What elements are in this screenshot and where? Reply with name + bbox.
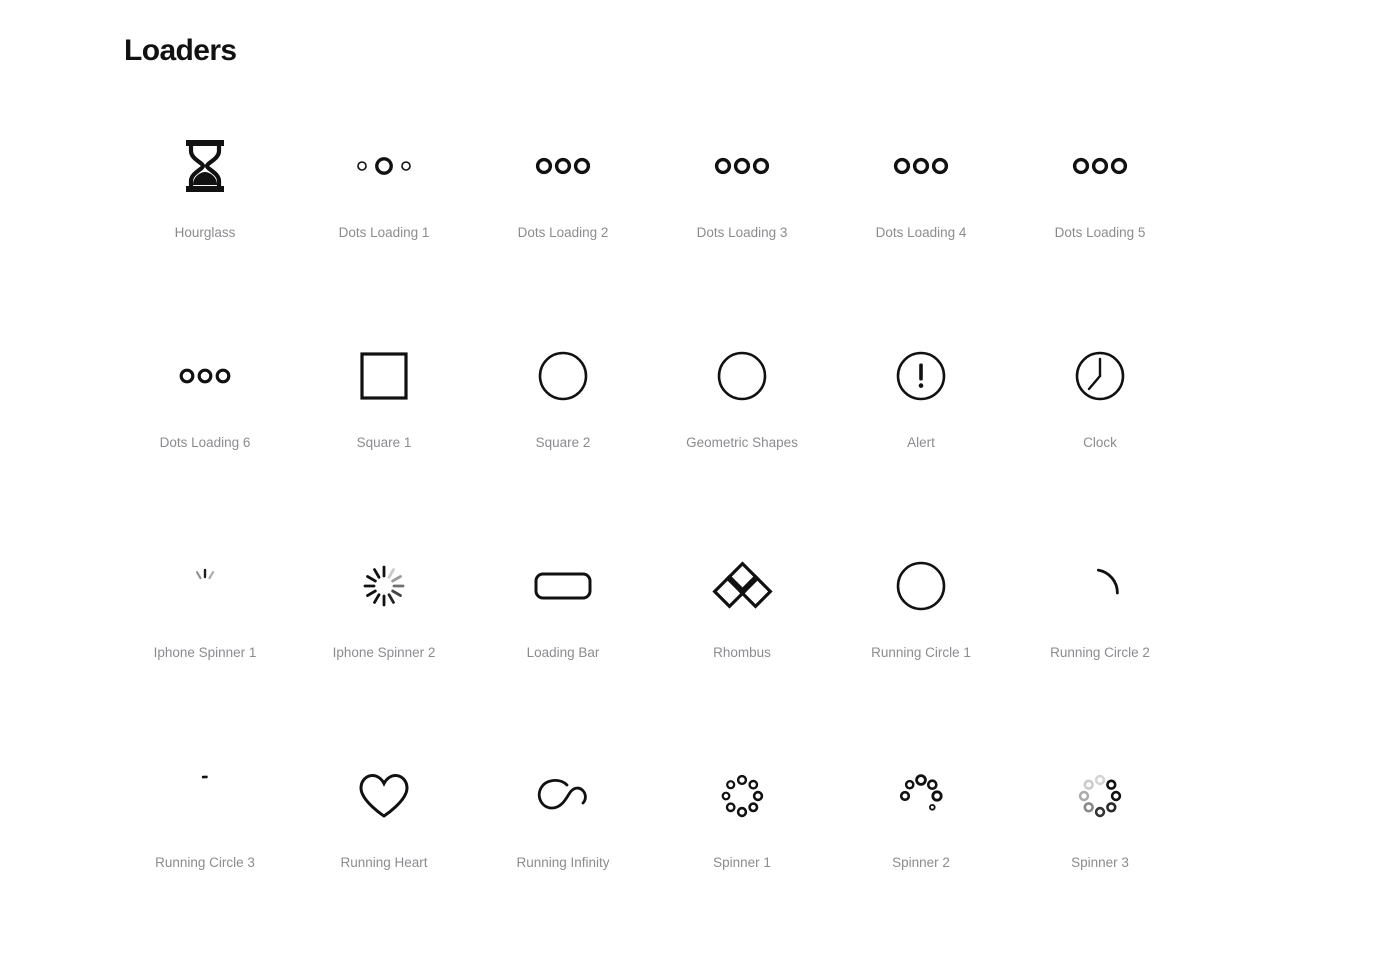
loader-card-spinner-2[interactable]: Spinner 2 xyxy=(832,748,1010,958)
loader-card-dots-loading-6[interactable]: Dots Loading 6 xyxy=(116,328,294,538)
geometric-shapes-icon xyxy=(687,328,797,424)
dots-loading-6-icon xyxy=(150,328,260,424)
loader-label: Spinner 3 xyxy=(1071,855,1129,870)
dots-loading-4-icon xyxy=(866,118,976,214)
loader-label: Dots Loading 6 xyxy=(159,435,251,450)
loader-label: Running Infinity xyxy=(516,855,610,870)
running-circle-2-icon xyxy=(1045,538,1155,634)
loader-card-running-circle-1[interactable]: Running Circle 1 xyxy=(832,538,1010,748)
loader-card-clock[interactable]: Clock xyxy=(1011,328,1189,538)
iphone-spinner-1-icon xyxy=(150,538,260,634)
spinner-1-icon xyxy=(687,748,797,844)
running-circle-1-icon xyxy=(866,538,976,634)
loader-card-spinner-3[interactable]: Spinner 3 xyxy=(1011,748,1189,958)
loader-card-dots-loading-2[interactable]: Dots Loading 2 xyxy=(474,118,652,328)
square-1-icon xyxy=(329,328,439,424)
loader-card-geometric-shapes[interactable]: Geometric Shapes xyxy=(653,328,831,538)
loader-label: Square 1 xyxy=(356,435,412,450)
loader-card-square-1[interactable]: Square 1 xyxy=(295,328,473,538)
loader-card-loading-bar[interactable]: Loading Bar xyxy=(474,538,652,748)
loader-label: Spinner 2 xyxy=(892,855,950,870)
dots-loading-1-icon xyxy=(329,118,439,214)
loader-card-dots-loading-4[interactable]: Dots Loading 4 xyxy=(832,118,1010,328)
loader-card-running-circle-3[interactable]: Running Circle 3 xyxy=(116,748,294,958)
loader-card-dots-loading-5[interactable]: Dots Loading 5 xyxy=(1011,118,1189,328)
loader-label: Geometric Shapes xyxy=(686,435,798,450)
loader-card-hourglass[interactable]: Hourglass xyxy=(116,118,294,328)
loading-bar-icon xyxy=(508,538,618,634)
loader-card-square-2[interactable]: Square 2 xyxy=(474,328,652,538)
loader-label: Running Circle 2 xyxy=(1050,645,1150,660)
loader-card-iphone-spinner-1[interactable]: Iphone Spinner 1 xyxy=(116,538,294,748)
running-infinity-icon xyxy=(508,748,618,844)
loader-card-iphone-spinner-2[interactable]: Iphone Spinner 2 xyxy=(295,538,473,748)
loader-label: Square 2 xyxy=(535,435,591,450)
loader-label: Loading Bar xyxy=(526,645,600,660)
loader-label: Dots Loading 2 xyxy=(517,225,609,240)
loader-card-rhombus[interactable]: Rhombus xyxy=(653,538,831,748)
running-heart-icon xyxy=(329,748,439,844)
loader-label: Iphone Spinner 1 xyxy=(153,645,257,660)
loader-card-dots-loading-3[interactable]: Dots Loading 3 xyxy=(653,118,831,328)
loader-card-running-heart[interactable]: Running Heart xyxy=(295,748,473,958)
rhombus-icon xyxy=(687,538,797,634)
loader-label: Running Circle 1 xyxy=(871,645,971,660)
loader-card-spinner-1[interactable]: Spinner 1 xyxy=(653,748,831,958)
loader-label: Alert xyxy=(907,435,935,450)
loader-label: Dots Loading 1 xyxy=(338,225,430,240)
loader-label: Running Heart xyxy=(340,855,428,870)
loader-label: Dots Loading 3 xyxy=(696,225,788,240)
spinner-2-icon xyxy=(866,748,976,844)
spinner-3-icon xyxy=(1045,748,1155,844)
clock-icon xyxy=(1045,328,1155,424)
loader-label: Spinner 1 xyxy=(713,855,771,870)
hourglass-icon xyxy=(150,118,260,214)
alert-icon xyxy=(866,328,976,424)
loaders-page: Loaders Hourglass Dots Loading 1 Dots Lo… xyxy=(0,0,1376,922)
loader-label: Clock xyxy=(1083,435,1117,450)
square-2-icon xyxy=(508,328,618,424)
loader-label: Rhombus xyxy=(713,645,771,660)
loader-card-running-infinity[interactable]: Running Infinity xyxy=(474,748,652,958)
dots-loading-5-icon xyxy=(1045,118,1155,214)
dots-loading-2-icon xyxy=(508,118,618,214)
loader-label: Hourglass xyxy=(174,225,236,240)
iphone-spinner-2-icon xyxy=(329,538,439,634)
loader-card-running-circle-2[interactable]: Running Circle 2 xyxy=(1011,538,1189,748)
loader-label: Iphone Spinner 2 xyxy=(332,645,436,660)
loader-label: Running Circle 3 xyxy=(155,855,255,870)
loader-label: Dots Loading 5 xyxy=(1054,225,1146,240)
page-title: Loaders xyxy=(124,34,237,67)
dots-loading-3-icon xyxy=(687,118,797,214)
loaders-grid: Hourglass Dots Loading 1 Dots Loading 2 … xyxy=(116,118,1276,958)
loader-label: Dots Loading 4 xyxy=(875,225,967,240)
loader-card-dots-loading-1[interactable]: Dots Loading 1 xyxy=(295,118,473,328)
running-circle-3-icon xyxy=(150,748,260,844)
loader-card-alert[interactable]: Alert xyxy=(832,328,1010,538)
